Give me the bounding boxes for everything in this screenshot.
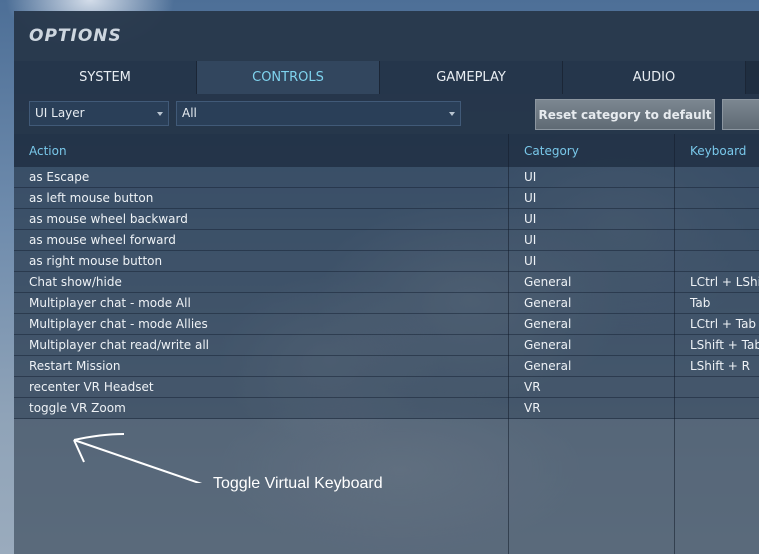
window-title: OPTIONS <box>29 26 122 46</box>
layer-dropdown[interactable]: UI Layer <box>29 101 169 126</box>
cell-category: VR <box>524 380 541 394</box>
table-row[interactable]: as Escape UI <box>14 167 759 188</box>
header-category[interactable]: Category <box>524 144 579 158</box>
cell-keyboard: LCtrl + LShi <box>690 275 759 289</box>
cell-action: as mouse wheel backward <box>29 212 188 226</box>
cell-keyboard: LShift + Tab <box>690 338 759 352</box>
category-dropdown[interactable]: All <box>176 101 461 126</box>
cell-action: Multiplayer chat - mode All <box>29 296 191 310</box>
layer-dropdown-value: UI Layer <box>35 106 85 120</box>
cell-category: UI <box>524 170 537 184</box>
table-header: Action Category Keyboard <box>14 134 759 167</box>
reset-category-button[interactable]: Reset category to default <box>535 99 715 130</box>
cell-keyboard: Tab <box>690 296 711 310</box>
cell-action: Chat show/hide <box>29 275 122 289</box>
cell-category: UI <box>524 233 537 247</box>
cell-action: recenter VR Headset <box>29 380 154 394</box>
table-row[interactable]: Multiplayer chat - mode All General Tab <box>14 293 759 314</box>
tab-gameplay[interactable]: GAMEPLAY <box>380 61 563 94</box>
header-keyboard[interactable]: Keyboard <box>690 144 746 158</box>
annotation-label: Toggle Virtual Keyboard <box>213 475 383 492</box>
tab-system[interactable]: SYSTEM <box>14 61 197 94</box>
table-row[interactable]: as mouse wheel forward UI <box>14 230 759 251</box>
table-row[interactable]: Chat show/hide General LCtrl + LShi <box>14 272 759 293</box>
cell-category: General <box>524 275 572 289</box>
table-row[interactable]: Multiplayer chat read/write all General LS… <box>14 335 759 356</box>
column-divider <box>674 134 675 554</box>
tab-bar: SYSTEM CONTROLS GAMEPLAY AUDIO <box>14 61 759 94</box>
table-row[interactable]: as left mouse button UI <box>14 188 759 209</box>
chevron-down-icon <box>157 112 163 116</box>
cell-action: Multiplayer chat read/write all <box>29 338 210 352</box>
tab-audio[interactable]: AUDIO <box>563 61 746 94</box>
table-row[interactable]: Restart Mission General LShift + R <box>14 356 759 377</box>
cell-category: General <box>524 338 572 352</box>
cell-category: UI <box>524 212 537 226</box>
table-row[interactable]: Multiplayer chat - mode Allies General LCt… <box>14 314 759 335</box>
cell-category: UI <box>524 254 537 268</box>
table-row[interactable]: recenter VR Headset VR <box>14 377 759 398</box>
header-action[interactable]: Action <box>29 144 67 158</box>
filter-bar: UI Layer All Reset category to default <box>14 94 759 134</box>
extra-button[interactable] <box>722 99 759 130</box>
cell-action: as Escape <box>29 170 90 184</box>
cell-keyboard: LCtrl + Tab <box>690 317 757 331</box>
chevron-down-icon <box>449 112 455 116</box>
table-row[interactable]: toggle VR Zoom VR <box>14 398 759 419</box>
cell-action: Restart Mission <box>29 359 121 373</box>
cell-category: General <box>524 359 572 373</box>
cell-category: General <box>524 317 572 331</box>
table-row[interactable]: as right mouse button UI <box>14 251 759 272</box>
bindings-table: Action Category Keyboard as Escape UI as l… <box>14 134 759 554</box>
category-dropdown-value: All <box>182 106 197 120</box>
cell-action: as left mouse button <box>29 191 154 205</box>
column-divider <box>508 134 509 554</box>
title-bar: OPTIONS <box>14 11 759 61</box>
cell-action: as right mouse button <box>29 254 163 268</box>
table-row[interactable]: as mouse wheel backward UI <box>14 209 759 230</box>
cell-category: General <box>524 296 572 310</box>
cell-category: UI <box>524 191 537 205</box>
tab-controls[interactable]: CONTROLS <box>197 61 380 94</box>
cell-action: Multiplayer chat - mode Allies <box>29 317 208 331</box>
cell-action: as mouse wheel forward <box>29 233 176 247</box>
cell-category: VR <box>524 401 541 415</box>
cell-keyboard: LShift + R <box>690 359 750 373</box>
annotation-arrow-icon <box>73 433 203 483</box>
cell-action: toggle VR Zoom <box>29 401 126 415</box>
